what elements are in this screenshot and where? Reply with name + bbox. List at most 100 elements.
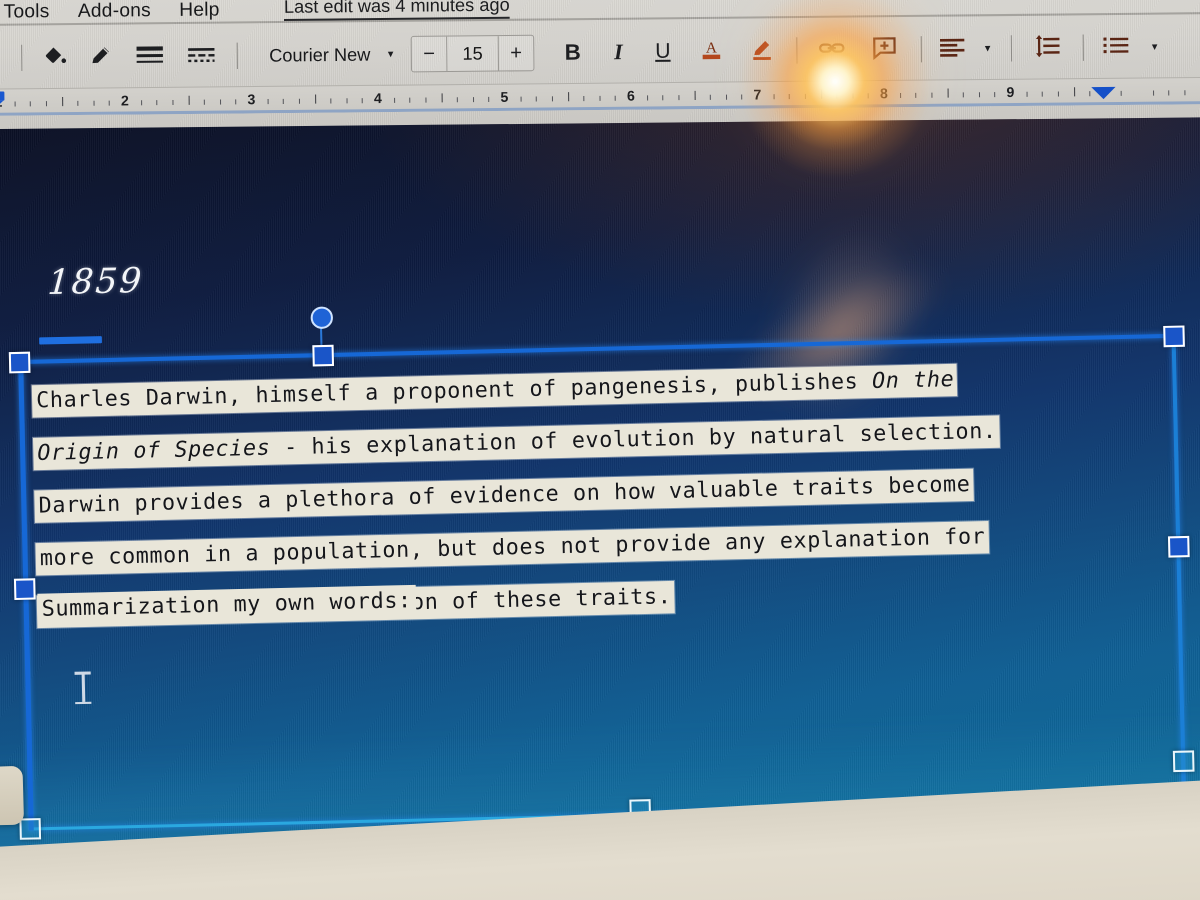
line-spacing-button[interactable] (1021, 28, 1074, 69)
ruler-tick (804, 93, 806, 99)
screenshot-root: Tools Add-ons Help Last edit was 4 minut… (0, 0, 1200, 900)
text-run: - his explanation of evolution by natura… (270, 418, 997, 461)
menu-item-add-ons[interactable]: Add-ons (64, 0, 166, 23)
ruler-number: 5 (500, 88, 509, 105)
ruler-tick (947, 88, 949, 98)
align-caret-button[interactable]: ▾ (973, 28, 1002, 69)
fill-color-button[interactable] (31, 37, 78, 78)
ruler-tick (30, 101, 32, 107)
pencil-icon (88, 41, 115, 73)
ruler-tick (472, 97, 474, 103)
ruler-tick (425, 97, 427, 103)
ruler-tick (788, 94, 791, 100)
resize-handle-top-left[interactable] (8, 351, 31, 374)
border-weight-button[interactable] (124, 36, 175, 77)
ruler-tick (725, 94, 727, 100)
line-spacing-icon (1033, 34, 1062, 62)
resize-handle-middle-left[interactable] (13, 578, 36, 601)
chevron-down-icon: ▾ (1151, 40, 1158, 53)
ruler-tick (45, 101, 47, 107)
align-left-icon (938, 36, 967, 62)
resize-handle-middle-right[interactable] (1167, 535, 1190, 558)
text-run: Darwin provides a plethora of evidence o… (38, 471, 971, 519)
ruler-tick (773, 94, 775, 100)
resize-handle-bottom-right[interactable] (1172, 750, 1195, 773)
ruler-tick (978, 92, 980, 98)
left-indent-triangle (0, 100, 4, 113)
resize-handle-top-right[interactable] (1163, 325, 1185, 348)
page-title: 1859 (46, 260, 145, 304)
toolbar-divider-5 (1010, 35, 1013, 62)
ruler-tick (219, 99, 221, 105)
bulleted-list-icon (1102, 35, 1131, 61)
menu-item-help[interactable]: Help (165, 0, 234, 22)
ruler-tick (1041, 91, 1044, 97)
ruler-number: 4 (373, 89, 382, 107)
ruler-tick (931, 92, 933, 98)
chevron-down-icon: ▾ (387, 47, 394, 60)
last-edit-status[interactable]: Last edit was 4 minutes ago (283, 0, 510, 21)
ruler-tick (346, 98, 348, 104)
menu-item-tools[interactable]: Tools (0, 1, 64, 24)
ruler-tick (188, 95, 190, 105)
resize-handle-top-center[interactable] (312, 344, 335, 367)
bulleted-list-button[interactable] (1093, 27, 1140, 68)
ruler-tick (1026, 91, 1028, 97)
ruler-tick (298, 98, 300, 104)
text-color-button[interactable]: A (686, 31, 737, 72)
add-comment-button[interactable] (857, 29, 912, 70)
font-family-caret-button[interactable]: ▾ (370, 34, 411, 75)
align-button[interactable] (931, 29, 974, 70)
ruler-tick (140, 100, 142, 106)
italic-button[interactable]: I (597, 32, 640, 73)
add-comment-icon (871, 35, 898, 65)
text-run: more common in a population, but does no… (39, 524, 986, 572)
toolbar-divider-6 (1082, 34, 1084, 61)
underline-button[interactable]: U (639, 31, 686, 72)
ruler-tick (535, 96, 538, 102)
ruler-tick (868, 93, 870, 99)
ruler-tick (994, 92, 996, 98)
font-size-increase-button[interactable]: + (499, 36, 534, 71)
ruler-tick (283, 98, 285, 104)
link-icon (818, 35, 847, 65)
insert-link-button[interactable] (806, 30, 857, 71)
ruler-tick (441, 93, 443, 103)
ruler-tick (520, 96, 522, 102)
resize-handle-bottom-left[interactable] (19, 818, 42, 840)
ruler-tick (267, 99, 269, 105)
list-caret-button[interactable]: ▾ (1139, 27, 1170, 68)
ruler-tick (694, 90, 696, 101)
ruler-tick (1168, 90, 1170, 96)
ruler-tick (203, 99, 206, 105)
ruler-tick (567, 92, 570, 102)
toolbar: ▾ (0, 22, 1194, 82)
ruler-number: 2 (120, 92, 129, 109)
i-beam-cursor (74, 670, 92, 705)
right-indent-marker[interactable] (1091, 86, 1116, 100)
border-color-button[interactable] (78, 37, 125, 78)
paint-bucket-icon (41, 42, 68, 74)
highlight-color-button[interactable] (737, 30, 788, 71)
font-size-input[interactable]: 15 (446, 36, 500, 72)
ruler-tick (61, 96, 64, 107)
ruler-tick (615, 95, 617, 101)
ruler-tick (330, 98, 332, 104)
ruler-tick (77, 100, 79, 106)
font-size-decrease-button[interactable]: − (412, 37, 447, 72)
ruler-tick (1057, 91, 1059, 97)
left-indent-bar (0, 91, 5, 101)
border-dash-button[interactable] (175, 36, 228, 77)
ruler-tick (109, 100, 111, 106)
toolbar-divider-4 (920, 36, 923, 63)
font-family-selector[interactable]: Courier New (269, 34, 371, 75)
ruler[interactable]: 123456789 (0, 76, 1200, 117)
ruler-number: 6 (626, 87, 635, 104)
left-floating-toolbar[interactable] (0, 765, 25, 826)
bold-button[interactable]: B (548, 32, 597, 73)
italic-text-run: On the (871, 366, 955, 395)
ruler-tick (583, 96, 585, 102)
toolbar-overflow-button[interactable]: ▾ (0, 38, 12, 79)
italic-text-run: Origin of Species (37, 435, 271, 467)
ruler-tick (1121, 90, 1123, 96)
